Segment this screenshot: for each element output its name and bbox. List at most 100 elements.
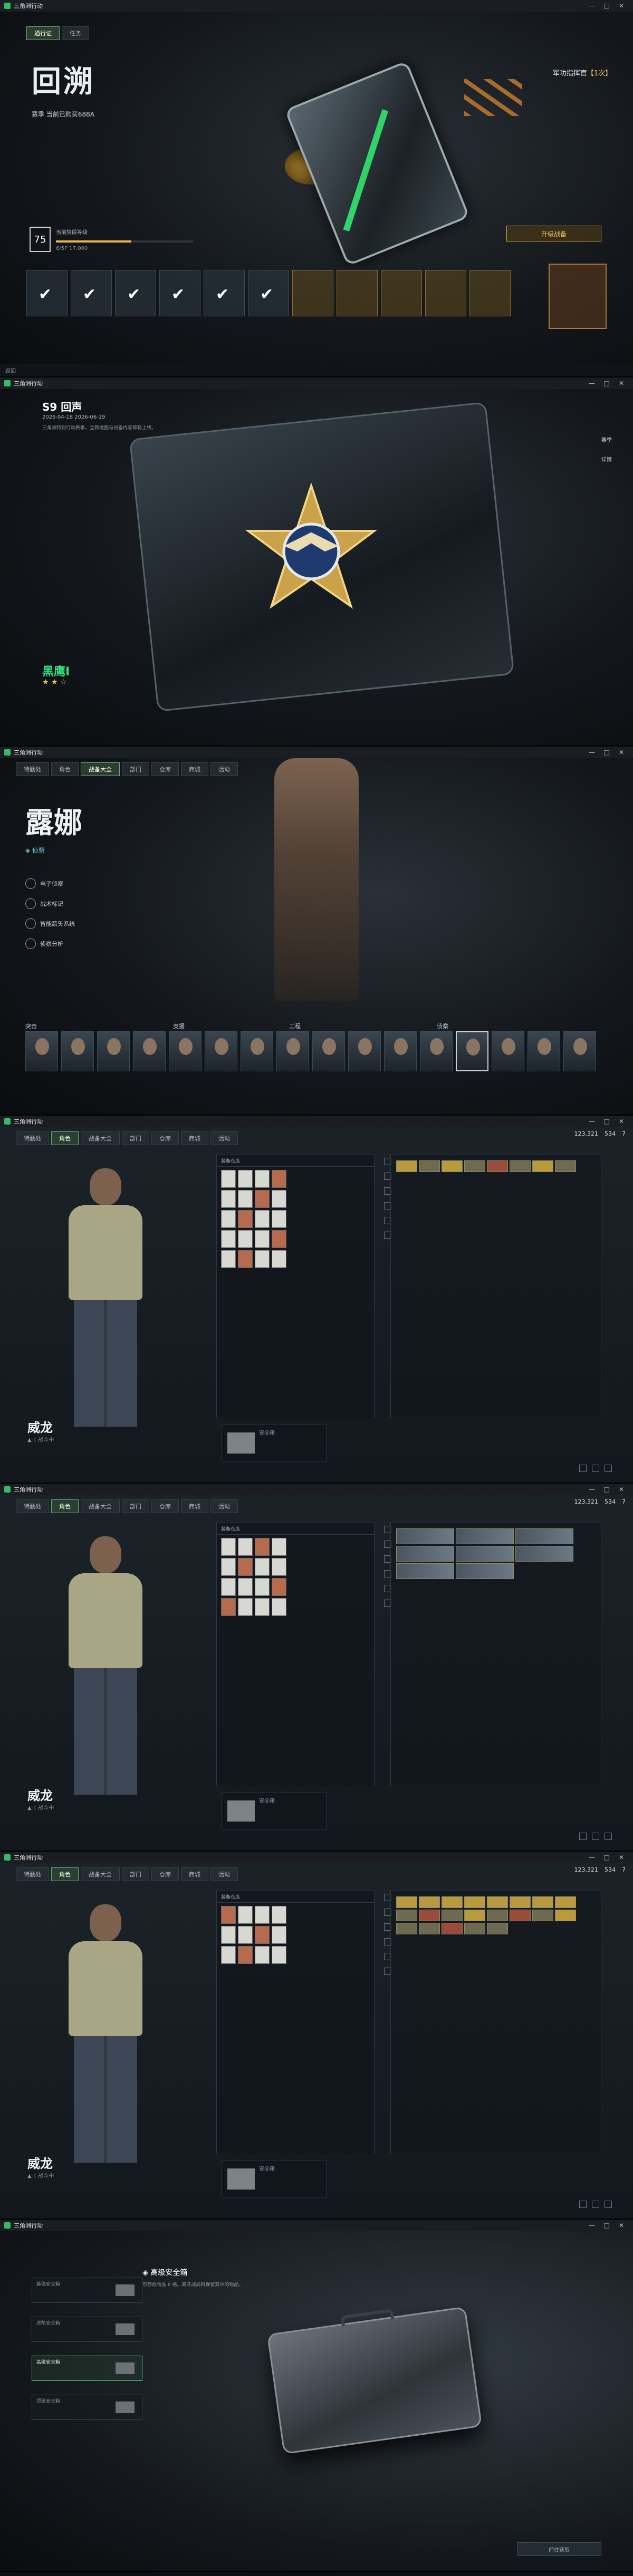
tab-loadout[interactable]: 战备大全 [81,1867,120,1881]
stash-item[interactable] [487,1896,508,1908]
reward-cell[interactable]: ✔ [26,270,68,316]
item-slot[interactable] [255,1946,270,1964]
reward-cell[interactable] [381,270,422,316]
secure-case-item-selected[interactable]: 高级安全箱 [32,2356,142,2381]
operator-portrait[interactable] [348,1031,381,1071]
secure-container-slot[interactable]: 安全箱 [222,1793,327,1829]
tab-store[interactable]: 商城 [181,1867,208,1881]
item-slot[interactable] [255,1250,270,1268]
item-slot[interactable] [272,1538,286,1556]
tab-special-ops[interactable]: 特勤处 [16,762,49,776]
stash-item[interactable] [464,1160,485,1172]
tool-icon[interactable] [605,2201,612,2208]
stash-item[interactable] [396,1160,417,1172]
reward-cell[interactable]: ✔ [204,270,245,316]
tool-icon[interactable] [605,1833,612,1840]
featured-reward-cell[interactable] [549,264,607,329]
item-slot[interactable] [238,1598,253,1616]
skill-item[interactable]: 电子侦察 [25,878,75,889]
minimize-button[interactable]: — [584,1118,599,1125]
operator-portrait[interactable] [420,1031,453,1071]
weapon-item[interactable] [456,1546,514,1562]
tab-character[interactable]: 角色 [51,1499,79,1513]
stash-item[interactable] [419,1896,440,1908]
tab-character[interactable]: 角色 [51,1131,79,1145]
weapon-item[interactable] [456,1528,514,1544]
item-slot[interactable] [221,1598,236,1616]
item-slot[interactable] [272,1250,286,1268]
weapon-item[interactable] [396,1546,454,1562]
item-slot[interactable] [238,1558,253,1576]
item-slot[interactable] [255,1170,270,1188]
stash-item[interactable] [464,1910,485,1921]
reward-cell[interactable] [337,270,378,316]
item-slot[interactable] [272,1598,286,1616]
operator-portrait[interactable] [563,1031,596,1071]
item-slot[interactable] [221,1538,236,1556]
tab-warehouse[interactable]: 仓库 [151,1131,179,1145]
tab-warehouse[interactable]: 仓库 [151,762,179,776]
tab-store[interactable]: 商城 [181,762,208,776]
item-slot[interactable] [221,1906,236,1924]
item-slot[interactable] [255,1210,270,1228]
item-slot[interactable] [272,1926,286,1944]
tab-loadout[interactable]: 战备大全 [81,1131,120,1145]
close-button[interactable]: ✕ [614,749,629,756]
operator-portrait[interactable] [25,1031,58,1071]
stash-item[interactable] [555,1160,576,1172]
weapon-item[interactable] [515,1546,573,1562]
reward-cell[interactable]: ✔ [71,270,112,316]
reward-cell[interactable] [292,270,333,316]
reward-cell[interactable] [425,270,466,316]
operator-portrait[interactable] [384,1031,417,1071]
tab-events[interactable]: 活动 [210,1131,238,1145]
item-slot[interactable] [221,1578,236,1596]
item-slot[interactable] [272,1558,286,1576]
item-slot[interactable] [238,1578,253,1596]
tab-special-ops[interactable]: 特勤处 [16,1131,49,1145]
item-slot[interactable] [221,1230,236,1248]
maximize-button[interactable]: □ [599,749,614,756]
tab-events[interactable]: 活动 [210,1499,238,1513]
tab-character[interactable]: 角色 [51,762,79,776]
item-slot[interactable] [238,1170,253,1188]
minimize-button[interactable]: — [584,380,599,387]
operator-portrait-selected[interactable] [456,1031,488,1071]
stash-item[interactable] [419,1910,440,1921]
tab-special-ops[interactable]: 特勤处 [16,1499,49,1513]
secure-case-item[interactable]: 进阶安全箱 [32,2317,142,2342]
secure-container-slot[interactable]: 安全箱 [222,2161,327,2197]
item-slot[interactable] [272,1946,286,1964]
stash-item[interactable] [464,1923,485,1934]
operator-portrait[interactable] [276,1031,309,1071]
operator-portrait[interactable] [528,1031,560,1071]
item-slot[interactable] [221,1210,236,1228]
tab-tasks[interactable]: 任务 [62,26,89,40]
weapon-item[interactable] [396,1563,454,1579]
operator-portrait[interactable] [241,1031,273,1071]
stash-item[interactable] [396,1896,417,1908]
stash-item[interactable] [487,1910,508,1921]
item-slot[interactable] [272,1578,286,1596]
stash-item[interactable] [419,1160,440,1172]
tab-department[interactable]: 部门 [122,1499,149,1513]
stash-item[interactable] [487,1160,508,1172]
stash-item[interactable] [510,1910,531,1921]
skill-item[interactable]: 侦察分析 [25,938,75,949]
operator-portrait[interactable] [169,1031,202,1071]
tab-warehouse[interactable]: 仓库 [151,1499,179,1513]
weapon-item[interactable] [515,1528,573,1544]
stash-item[interactable] [510,1896,531,1908]
tool-icon[interactable] [605,1465,612,1472]
item-slot[interactable] [255,1906,270,1924]
stash-item[interactable] [464,1896,485,1908]
skill-item[interactable]: 战术标记 [25,898,75,909]
item-slot[interactable] [255,1230,270,1248]
weapon-item[interactable] [396,1528,454,1544]
item-slot[interactable] [255,1598,270,1616]
tab-events[interactable]: 活动 [210,762,238,776]
tool-icon[interactable] [579,1465,587,1472]
stash-item[interactable] [532,1896,553,1908]
close-button[interactable]: ✕ [614,1486,629,1493]
item-slot[interactable] [238,1926,253,1944]
